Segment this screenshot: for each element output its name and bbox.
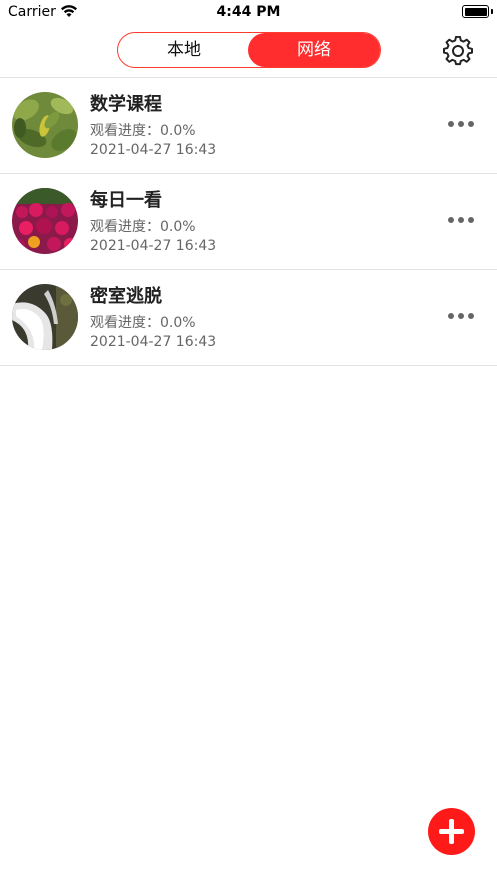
segment-network[interactable]: 网络 (248, 33, 380, 67)
plus-icon-vertical (449, 819, 454, 844)
source-segmented-control: 本地 网络 (117, 32, 381, 68)
list-item[interactable]: 数学课程 观看进度：0.0% 2021-04-27 16:43 (0, 78, 497, 174)
ellipsis-icon[interactable] (446, 116, 476, 132)
item-date: 2021-04-27 16:43 (90, 142, 217, 158)
video-list: 数学课程 观看进度：0.0% 2021-04-27 16:43 每日一看 观看进… (0, 78, 497, 366)
ellipsis-icon[interactable] (446, 212, 476, 228)
thumbnail-waterfall (12, 284, 78, 350)
item-title: 数学课程 (90, 94, 162, 115)
battery-icon (462, 5, 489, 18)
status-bar: Carrier 4:44 PM (0, 0, 497, 26)
list-item[interactable]: 每日一看 观看进度：0.0% 2021-04-27 16:43 (0, 174, 497, 270)
thumbnail-flowers (12, 188, 78, 254)
item-date: 2021-04-27 16:43 (90, 334, 217, 350)
ellipsis-icon[interactable] (446, 308, 476, 324)
list-item[interactable]: 密室逃脱 观看进度：0.0% 2021-04-27 16:43 (0, 270, 497, 366)
clock: 4:44 PM (216, 4, 281, 20)
gear-icon[interactable] (443, 36, 473, 66)
item-progress: 观看进度：0.0% (90, 123, 196, 139)
item-title: 每日一看 (90, 190, 162, 211)
item-progress: 观看进度：0.0% (90, 219, 196, 235)
segment-local[interactable]: 本地 (118, 33, 250, 67)
add-button[interactable] (428, 808, 475, 855)
battery-tip (491, 9, 493, 14)
thumbnail-leaves (12, 92, 78, 158)
item-date: 2021-04-27 16:43 (90, 238, 217, 254)
item-title: 密室逃脱 (90, 286, 162, 307)
item-progress: 观看进度：0.0% (90, 315, 196, 331)
